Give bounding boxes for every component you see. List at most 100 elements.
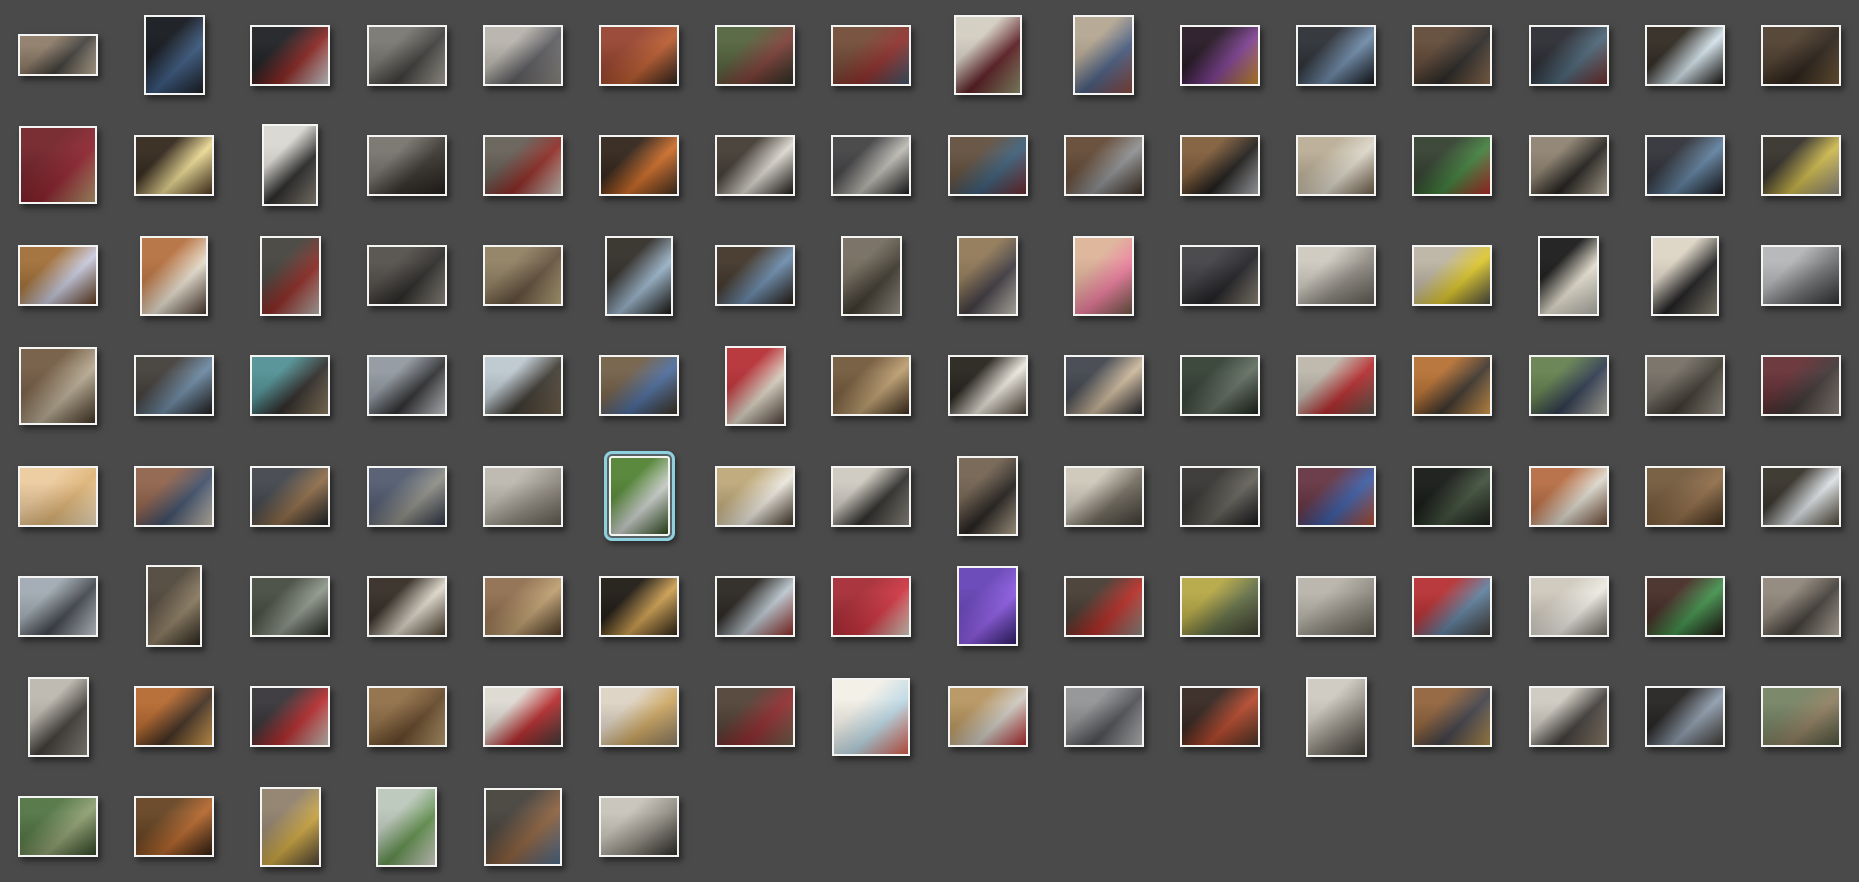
photo-thumbnail[interactable]: [1296, 466, 1376, 527]
photo-thumbnail[interactable]: [831, 355, 911, 416]
photo-thumbnail[interactable]: [715, 245, 795, 306]
photo-thumbnail[interactable]: [725, 346, 786, 426]
photo-thumbnail[interactable]: [1761, 466, 1841, 527]
photo-thumbnail[interactable]: [367, 245, 447, 306]
photo-thumbnail[interactable]: [134, 135, 214, 196]
photo-thumbnail[interactable]: [250, 466, 330, 527]
photo-thumbnail[interactable]: [18, 34, 98, 76]
photo-thumbnail[interactable]: [1645, 686, 1725, 747]
photo-thumbnail[interactable]: [715, 576, 795, 637]
photo-thumbnail[interactable]: [599, 686, 679, 747]
photo-thumbnail[interactable]: [1064, 686, 1144, 747]
photo-thumbnail[interactable]: [146, 565, 202, 647]
photo-thumbnail[interactable]: [144, 15, 205, 95]
photo-thumbnail[interactable]: [483, 25, 563, 86]
photo-thumbnail[interactable]: [1296, 135, 1376, 196]
photo-thumbnail[interactable]: [1180, 135, 1260, 196]
photo-thumbnail[interactable]: [948, 355, 1028, 416]
photo-thumbnail[interactable]: [1645, 466, 1725, 527]
photo-thumbnail[interactable]: [957, 456, 1018, 536]
photo-thumbnail[interactable]: [831, 25, 911, 86]
photo-thumbnail[interactable]: [715, 25, 795, 86]
photo-thumbnail[interactable]: [1064, 466, 1144, 527]
photo-thumbnail[interactable]: [832, 678, 910, 756]
photo-thumbnail[interactable]: [18, 466, 98, 527]
photo-thumbnail[interactable]: [483, 245, 563, 306]
photo-thumbnail[interactable]: [715, 686, 795, 747]
photo-thumbnail[interactable]: [1412, 576, 1492, 637]
photo-thumbnail[interactable]: [1529, 686, 1609, 747]
photo-thumbnail[interactable]: [1412, 686, 1492, 747]
photo-thumbnail[interactable]: [841, 236, 902, 316]
photo-thumbnail[interactable]: [599, 576, 679, 637]
photo-thumbnail[interactable]: [1306, 677, 1367, 757]
photo-thumbnail[interactable]: [250, 25, 330, 86]
photo-thumbnail[interactable]: [1412, 466, 1492, 527]
photo-thumbnail[interactable]: [957, 236, 1018, 316]
photo-thumbnail[interactable]: [1412, 355, 1492, 416]
photo-thumbnail[interactable]: [1645, 135, 1725, 196]
photo-thumbnail[interactable]: [831, 135, 911, 196]
photo-thumbnail[interactable]: [599, 355, 679, 416]
photo-thumbnail[interactable]: [134, 796, 214, 857]
photo-thumbnail[interactable]: [28, 677, 89, 757]
photo-thumbnail[interactable]: [1296, 355, 1376, 416]
photo-thumbnail[interactable]: [715, 466, 795, 527]
photo-thumbnail[interactable]: [1529, 25, 1609, 86]
photo-thumbnail[interactable]: [483, 466, 563, 527]
photo-thumbnail[interactable]: [483, 355, 563, 416]
photo-thumbnail[interactable]: [599, 135, 679, 196]
photo-thumbnail[interactable]: [367, 466, 447, 527]
photo-thumbnail[interactable]: [599, 796, 679, 857]
photo-thumbnail[interactable]: [134, 466, 214, 527]
photo-thumbnail[interactable]: [954, 15, 1022, 95]
photo-thumbnail[interactable]: [1529, 135, 1609, 196]
photo-thumbnail[interactable]: [599, 25, 679, 86]
photo-thumbnail[interactable]: [1761, 25, 1841, 86]
photo-thumbnail[interactable]: [18, 576, 98, 637]
photo-thumbnail[interactable]: [1761, 576, 1841, 637]
photo-thumbnail[interactable]: [1180, 355, 1260, 416]
photo-thumbnail[interactable]: [1529, 576, 1609, 637]
photo-thumbnail[interactable]: [367, 135, 447, 196]
photo-thumbnail[interactable]: [948, 686, 1028, 747]
photo-thumbnail[interactable]: [1645, 576, 1725, 637]
photo-thumbnail[interactable]: [1180, 466, 1260, 527]
photo-thumbnail[interactable]: [19, 126, 97, 204]
selection-ring[interactable]: [604, 451, 675, 541]
photo-thumbnail[interactable]: [831, 466, 911, 527]
photo-thumbnail[interactable]: [1761, 135, 1841, 196]
photo-thumbnail[interactable]: [250, 686, 330, 747]
photo-thumbnail[interactable]: [1073, 15, 1134, 95]
photo-thumbnail[interactable]: [1529, 466, 1609, 527]
photo-thumbnail[interactable]: [367, 355, 447, 416]
photo-thumbnail[interactable]: [1645, 25, 1725, 86]
photo-thumbnail[interactable]: [1064, 355, 1144, 416]
photo-thumbnail[interactable]: [1538, 236, 1599, 316]
photo-thumbnail[interactable]: [957, 566, 1018, 646]
photo-thumbnail[interactable]: [134, 355, 214, 416]
photo-thumbnail[interactable]: [367, 576, 447, 637]
photo-thumbnail[interactable]: [1296, 245, 1376, 306]
photo-thumbnail[interactable]: [1412, 25, 1492, 86]
photo-thumbnail[interactable]: [18, 245, 98, 306]
photo-thumbnail[interactable]: [262, 124, 318, 206]
photo-thumbnail[interactable]: [367, 25, 447, 86]
photo-thumbnail[interactable]: [1529, 355, 1609, 416]
photo-thumbnail[interactable]: [1645, 355, 1725, 416]
photo-thumbnail[interactable]: [1180, 25, 1260, 86]
photo-thumbnail[interactable]: [260, 236, 321, 316]
photo-thumbnail[interactable]: [376, 787, 437, 867]
photo-thumbnail[interactable]: [1412, 245, 1492, 306]
photo-thumbnail[interactable]: [250, 355, 330, 416]
photo-thumbnail[interactable]: [1180, 686, 1260, 747]
photo-thumbnail[interactable]: [483, 576, 563, 637]
photo-thumbnail[interactable]: [1064, 135, 1144, 196]
photo-thumbnail[interactable]: [18, 796, 98, 857]
photo-thumbnail[interactable]: [1761, 686, 1841, 747]
photo-thumbnail[interactable]: [19, 347, 97, 425]
photo-thumbnail[interactable]: [948, 135, 1028, 196]
photo-thumbnail[interactable]: [140, 236, 208, 316]
photo-thumbnail[interactable]: [250, 576, 330, 637]
photo-thumbnail[interactable]: [831, 576, 911, 637]
